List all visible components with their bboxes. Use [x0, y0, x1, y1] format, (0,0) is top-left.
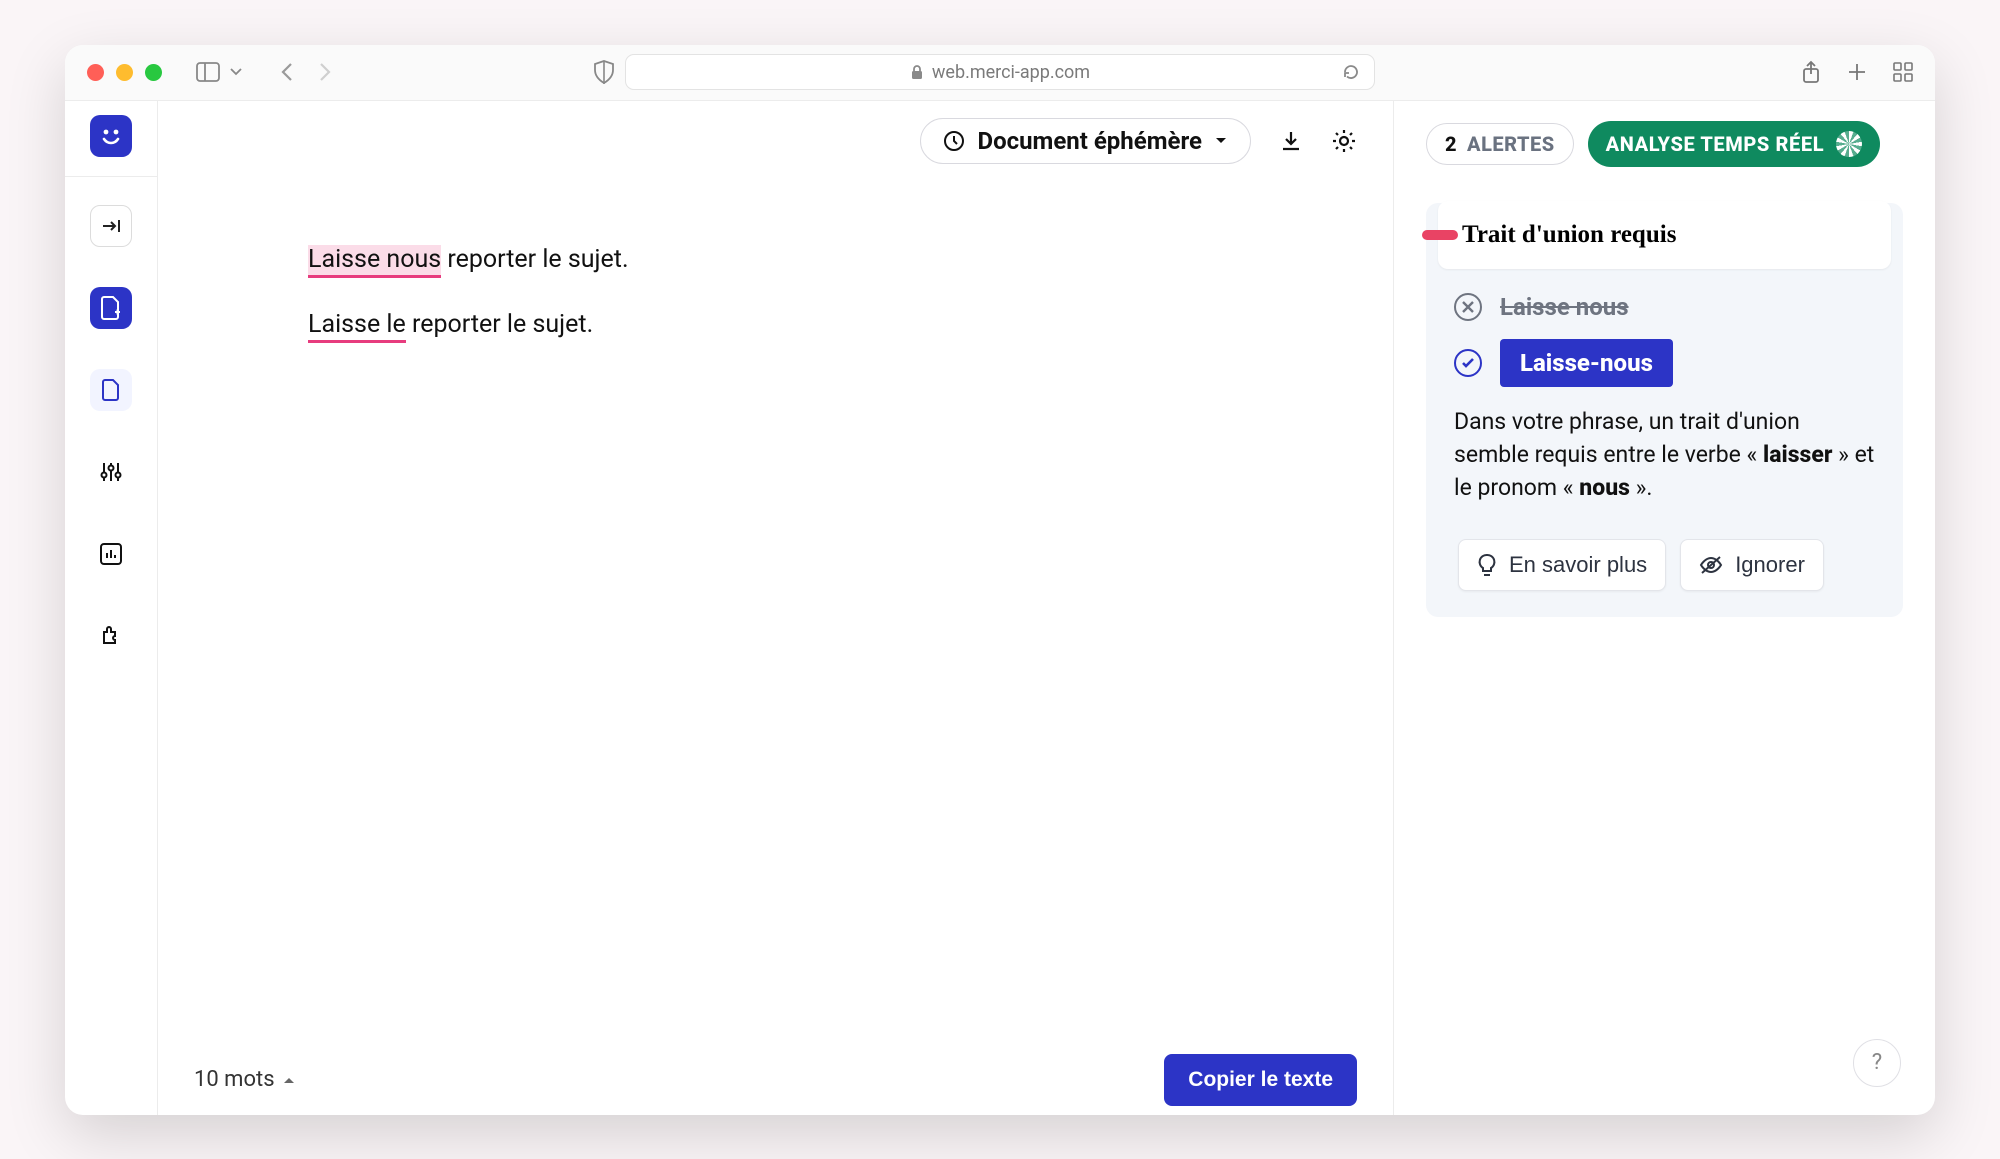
editor-pane: Document éphémère Laisse nous reporter l… [158, 101, 1393, 1115]
alerts-label: ALERTES [1467, 132, 1555, 156]
incorrect-row: Laisse nous [1454, 293, 1875, 321]
document-type-label: Document éphémère [977, 127, 1202, 155]
privacy-shield-icon[interactable] [593, 60, 615, 84]
correct-row: Laisse-nous [1454, 339, 1875, 387]
sidebar-divider [65, 176, 157, 177]
question-mark-icon: ? [1872, 1050, 1882, 1075]
collapse-button[interactable] [90, 205, 132, 247]
address-bar-url: web.merci-app.com [932, 62, 1090, 83]
suggestion-card: Trait d'union requis Laisse nous [1426, 203, 1903, 617]
bar-chart-icon [100, 543, 122, 565]
realtime-analysis-pill[interactable]: ANALYSE TEMPS RÉEL [1588, 121, 1880, 167]
editor-topbar: Document éphémère [158, 101, 1393, 181]
download-button[interactable] [1279, 129, 1303, 153]
alerts-count: 2 [1445, 132, 1457, 156]
suggestion-body: Laisse nous Laisse-nous Dans votre phras… [1426, 271, 1903, 591]
sidebar-icon [196, 62, 220, 82]
suggestions-header: 2 ALERTES ANALYSE TEMPS RÉEL [1426, 121, 1903, 167]
error-highlight-1[interactable]: Laisse nous [308, 245, 441, 278]
editor-bottombar: 10 mots Copier le texte [158, 1045, 1393, 1115]
document-icon [101, 378, 121, 402]
error-highlight-2[interactable]: Laisse le [308, 310, 406, 343]
sliders-icon [100, 461, 122, 483]
settings-button[interactable] [1331, 128, 1357, 154]
new-document-button[interactable] [90, 287, 132, 329]
address-bar[interactable]: web.merci-app.com [625, 54, 1375, 90]
app-body: Document éphémère Laisse nous reporter l… [65, 101, 1935, 1115]
eye-off-icon [1699, 555, 1723, 575]
browser-chrome: web.merci-app.com [65, 45, 1935, 101]
forward-button[interactable] [318, 62, 332, 82]
editor-line-2: Laisse le reporter le sujet. [308, 306, 1243, 344]
smile-icon [97, 122, 125, 150]
new-document-icon [100, 295, 122, 321]
ignore-button[interactable]: Ignorer [1680, 539, 1824, 591]
share-icon[interactable] [1801, 60, 1821, 84]
word-count-label: 10 mots [194, 1067, 275, 1092]
suggestions-pane: 2 ALERTES ANALYSE TEMPS RÉEL Trait d'uni… [1393, 101, 1935, 1115]
suggestion-actions: En savoir plus Ignorer [1454, 539, 1875, 591]
clock-icon [943, 130, 965, 152]
extension-button[interactable] [90, 615, 132, 657]
incorrect-icon [1454, 293, 1482, 321]
suggestion-title: Trait d'union requis [1438, 201, 1891, 269]
puzzle-icon [99, 624, 123, 648]
tab-overview-icon[interactable] [1893, 62, 1913, 82]
incorrect-text: Laisse nous [1500, 293, 1629, 321]
left-sidebar [65, 101, 158, 1115]
spinner-icon [1836, 131, 1862, 157]
download-icon [1279, 129, 1303, 153]
learn-more-button[interactable]: En savoir plus [1458, 539, 1666, 591]
documents-button[interactable] [90, 369, 132, 411]
help-button[interactable]: ? [1853, 1039, 1901, 1087]
close-window-button[interactable] [87, 64, 104, 81]
lock-icon [910, 64, 924, 80]
back-button[interactable] [280, 62, 294, 82]
caret-up-icon [283, 1076, 295, 1084]
window-controls [87, 64, 162, 81]
app-logo[interactable] [90, 115, 132, 157]
main-area: Document éphémère Laisse nous reporter l… [158, 101, 1935, 1115]
text-editor[interactable]: Laisse nous reporter le sujet. Laisse le… [158, 181, 1393, 1045]
collapse-icon [101, 218, 121, 234]
nav-arrows [280, 62, 332, 82]
settings-sliders-button[interactable] [90, 451, 132, 493]
sidebar-toggle[interactable] [196, 62, 242, 82]
maximize-window-button[interactable] [145, 64, 162, 81]
editor-line-1: Laisse nous reporter le sujet. [308, 241, 1243, 279]
stats-button[interactable] [90, 533, 132, 575]
minimize-window-button[interactable] [116, 64, 133, 81]
word-count[interactable]: 10 mots [194, 1067, 295, 1092]
suggestion-chip[interactable]: Laisse-nous [1500, 339, 1673, 387]
caret-down-icon [1214, 136, 1228, 146]
correct-icon [1454, 349, 1482, 377]
suggestion-explanation: Dans votre phrase, un trait d'union semb… [1454, 405, 1875, 505]
alerts-count-pill[interactable]: 2 ALERTES [1426, 123, 1574, 165]
severity-indicator [1422, 230, 1458, 240]
reload-icon[interactable] [1342, 63, 1360, 81]
chrome-right-controls [1801, 60, 1913, 84]
new-tab-icon[interactable] [1847, 62, 1867, 82]
app-window: web.merci-app.com [65, 45, 1935, 1115]
chevron-down-icon [230, 68, 242, 76]
copy-text-button[interactable]: Copier le texte [1164, 1054, 1357, 1106]
gear-icon [1331, 128, 1357, 154]
realtime-label: ANALYSE TEMPS RÉEL [1606, 132, 1824, 156]
document-type-dropdown[interactable]: Document éphémère [920, 118, 1251, 164]
lightbulb-icon [1477, 553, 1497, 577]
